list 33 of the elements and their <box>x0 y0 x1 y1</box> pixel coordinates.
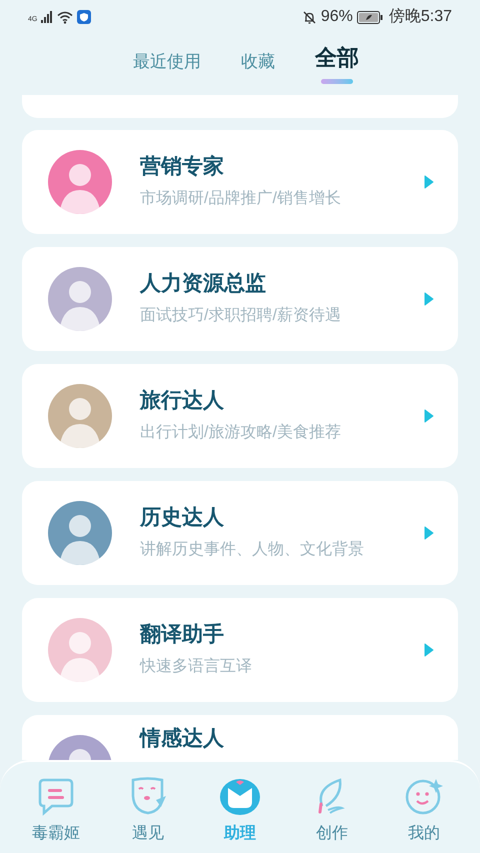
assistant-name: 情感达人 <box>140 726 225 752</box>
assistant-card[interactable]: 旅行达人 出行计划/旅游攻略/美食推荐 <box>22 364 458 468</box>
tab[interactable]: 全部 <box>315 40 359 80</box>
play-icon[interactable] <box>424 175 434 189</box>
assistant-description: 讲解历史事件、人物、文化背景 <box>140 540 365 560</box>
play-icon[interactable] <box>424 292 434 306</box>
assistant-icon <box>219 776 261 816</box>
wifi-icon <box>57 10 74 24</box>
assistant-card[interactable]: 情感达人 <box>22 715 458 760</box>
assistant-name: 人力资源总监 <box>140 271 267 297</box>
assistant-name: 旅行达人 <box>140 388 225 414</box>
assistant-description: 面试技巧/求职招聘/薪资待遇 <box>140 306 342 326</box>
play-icon[interactable] <box>424 526 434 540</box>
shield-icon <box>77 10 92 24</box>
assistant-name: 翻译助手 <box>140 622 225 648</box>
clock: 傍晚5:37 <box>388 7 452 27</box>
play-icon[interactable] <box>424 643 434 657</box>
assistant-name: 营销专家 <box>140 154 225 180</box>
assistant-card[interactable]: 翻译助手 快速多语言互译 <box>22 598 458 702</box>
assistant-card[interactable]: 营销专家 市场调研/品牌推广/销售增长 <box>22 130 458 234</box>
assistant-description: 市场调研/品牌推广/销售增长 <box>140 188 342 209</box>
battery-percent: 96% <box>320 7 353 27</box>
assistant-description: 出行计划/旅游攻略/美食推荐 <box>140 422 342 443</box>
battery-icon <box>356 10 383 24</box>
signal-icon <box>41 11 54 23</box>
tab-indicator <box>321 78 353 84</box>
play-icon[interactable] <box>424 409 434 423</box>
assistant-name: 历史达人 <box>140 505 225 531</box>
assistant-card[interactable]: 人力资源总监 面试技巧/求职招聘/薪资待遇 <box>22 247 458 351</box>
assistant-description: 快速多语言互译 <box>140 656 253 677</box>
bell-off-icon <box>302 10 317 24</box>
assistant-card[interactable]: 历史达人 讲解历史事件、人物、文化背景 <box>22 481 458 585</box>
chat-icon <box>36 776 76 816</box>
